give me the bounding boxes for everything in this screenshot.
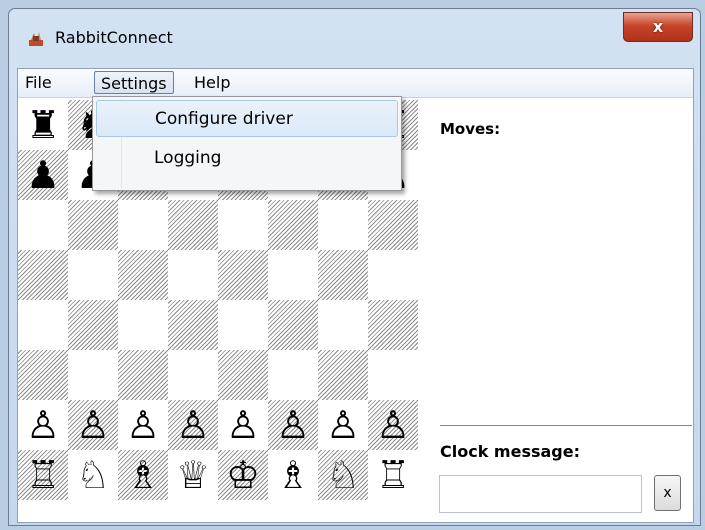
board-square[interactable]: [68, 250, 118, 300]
board-square[interactable]: [168, 300, 218, 350]
white-pawn-icon[interactable]: ♙: [318, 400, 368, 450]
white-pawn-icon[interactable]: ♙: [168, 400, 218, 450]
white-queen-icon[interactable]: ♕: [168, 450, 218, 500]
board-square[interactable]: [168, 200, 218, 250]
white-knight-icon[interactable]: ♘: [68, 450, 118, 500]
divider: [440, 425, 692, 426]
menu-help[interactable]: Help: [188, 71, 236, 94]
white-rook-icon[interactable]: ♖: [368, 450, 418, 500]
board-square[interactable]: ♙: [168, 400, 218, 450]
board-square[interactable]: [368, 350, 418, 400]
board-square[interactable]: ♙: [218, 400, 268, 450]
black-rook-icon[interactable]: ♜: [18, 100, 68, 150]
board-square[interactable]: [68, 350, 118, 400]
close-icon: x: [652, 17, 664, 36]
clock-clear-button[interactable]: x: [654, 475, 681, 511]
board-square[interactable]: [368, 200, 418, 250]
rabbit-app-icon: [29, 32, 43, 46]
board-square[interactable]: [218, 250, 268, 300]
board-square[interactable]: [218, 200, 268, 250]
board-square[interactable]: [68, 200, 118, 250]
menu-item-logging[interactable]: Logging: [96, 140, 398, 177]
board-square[interactable]: [18, 200, 68, 250]
board-square[interactable]: [68, 300, 118, 350]
board-square[interactable]: ♙: [18, 400, 68, 450]
white-bishop-icon[interactable]: ♗: [268, 450, 318, 500]
board-square[interactable]: [118, 250, 168, 300]
close-button[interactable]: x: [623, 12, 693, 42]
board-square[interactable]: ♙: [368, 400, 418, 450]
white-rook-icon[interactable]: ♖: [18, 450, 68, 500]
moves-label: Moves:: [440, 120, 501, 138]
board-square[interactable]: [118, 350, 168, 400]
white-pawn-icon[interactable]: ♙: [68, 400, 118, 450]
board-square[interactable]: ♔: [218, 450, 268, 500]
white-pawn-icon[interactable]: ♙: [368, 400, 418, 450]
board-square[interactable]: ♜: [18, 100, 68, 150]
white-knight-icon[interactable]: ♘: [318, 450, 368, 500]
black-pawn-icon[interactable]: ♟: [18, 150, 68, 200]
board-square[interactable]: [268, 300, 318, 350]
board-square[interactable]: [18, 350, 68, 400]
board-square[interactable]: [218, 350, 268, 400]
board-square[interactable]: [268, 200, 318, 250]
board-square[interactable]: [118, 300, 168, 350]
board-square[interactable]: ♘: [68, 450, 118, 500]
white-pawn-icon[interactable]: ♙: [118, 400, 168, 450]
menu-item-configure-driver[interactable]: Configure driver: [96, 100, 398, 137]
board-square[interactable]: ♙: [118, 400, 168, 450]
board-square[interactable]: ♕: [168, 450, 218, 500]
board-square[interactable]: [18, 300, 68, 350]
white-pawn-icon[interactable]: ♙: [218, 400, 268, 450]
menu-file[interactable]: File: [19, 71, 58, 94]
board-square[interactable]: [368, 250, 418, 300]
white-bishop-icon[interactable]: ♗: [118, 450, 168, 500]
white-king-icon[interactable]: ♔: [218, 450, 268, 500]
board-square[interactable]: ♗: [118, 450, 168, 500]
clock-message-input[interactable]: [439, 475, 642, 513]
board-square[interactable]: ♖: [18, 450, 68, 500]
menu-settings[interactable]: Settings: [94, 71, 174, 94]
board-square[interactable]: [218, 300, 268, 350]
board-square[interactable]: [168, 250, 218, 300]
board-square[interactable]: ♟: [18, 150, 68, 200]
board-square[interactable]: [268, 350, 318, 400]
board-square[interactable]: [18, 250, 68, 300]
board-square[interactable]: [318, 300, 368, 350]
board-square[interactable]: [318, 200, 368, 250]
title-bar[interactable]: RabbitConnect x: [9, 9, 700, 63]
board-square[interactable]: ♙: [318, 400, 368, 450]
board-square[interactable]: ♖: [368, 450, 418, 500]
white-pawn-icon[interactable]: ♙: [18, 400, 68, 450]
white-pawn-icon[interactable]: ♙: [268, 400, 318, 450]
board-square[interactable]: ♗: [268, 450, 318, 500]
app-window: RabbitConnect x File Settings Help ♜♞♝♛♚…: [8, 8, 701, 526]
board-square[interactable]: [318, 350, 368, 400]
window-title: RabbitConnect: [55, 28, 173, 47]
board-square[interactable]: ♙: [68, 400, 118, 450]
board-square[interactable]: [118, 200, 168, 250]
settings-dropdown: Configure driver Logging: [92, 96, 402, 191]
board-square[interactable]: [318, 250, 368, 300]
moves-list[interactable]: [438, 145, 690, 445]
board-square[interactable]: [368, 300, 418, 350]
clock-message-label: Clock message:: [440, 442, 580, 461]
board-square[interactable]: [268, 250, 318, 300]
board-square[interactable]: ♙: [268, 400, 318, 450]
menu-bar: File Settings Help: [18, 69, 693, 98]
board-square[interactable]: [168, 350, 218, 400]
client-area: File Settings Help ♜♞♝♛♚♝♞♜♟♟♟♟♟♟♟♟♙♙♙♙♙…: [17, 68, 694, 523]
board-square[interactable]: ♘: [318, 450, 368, 500]
